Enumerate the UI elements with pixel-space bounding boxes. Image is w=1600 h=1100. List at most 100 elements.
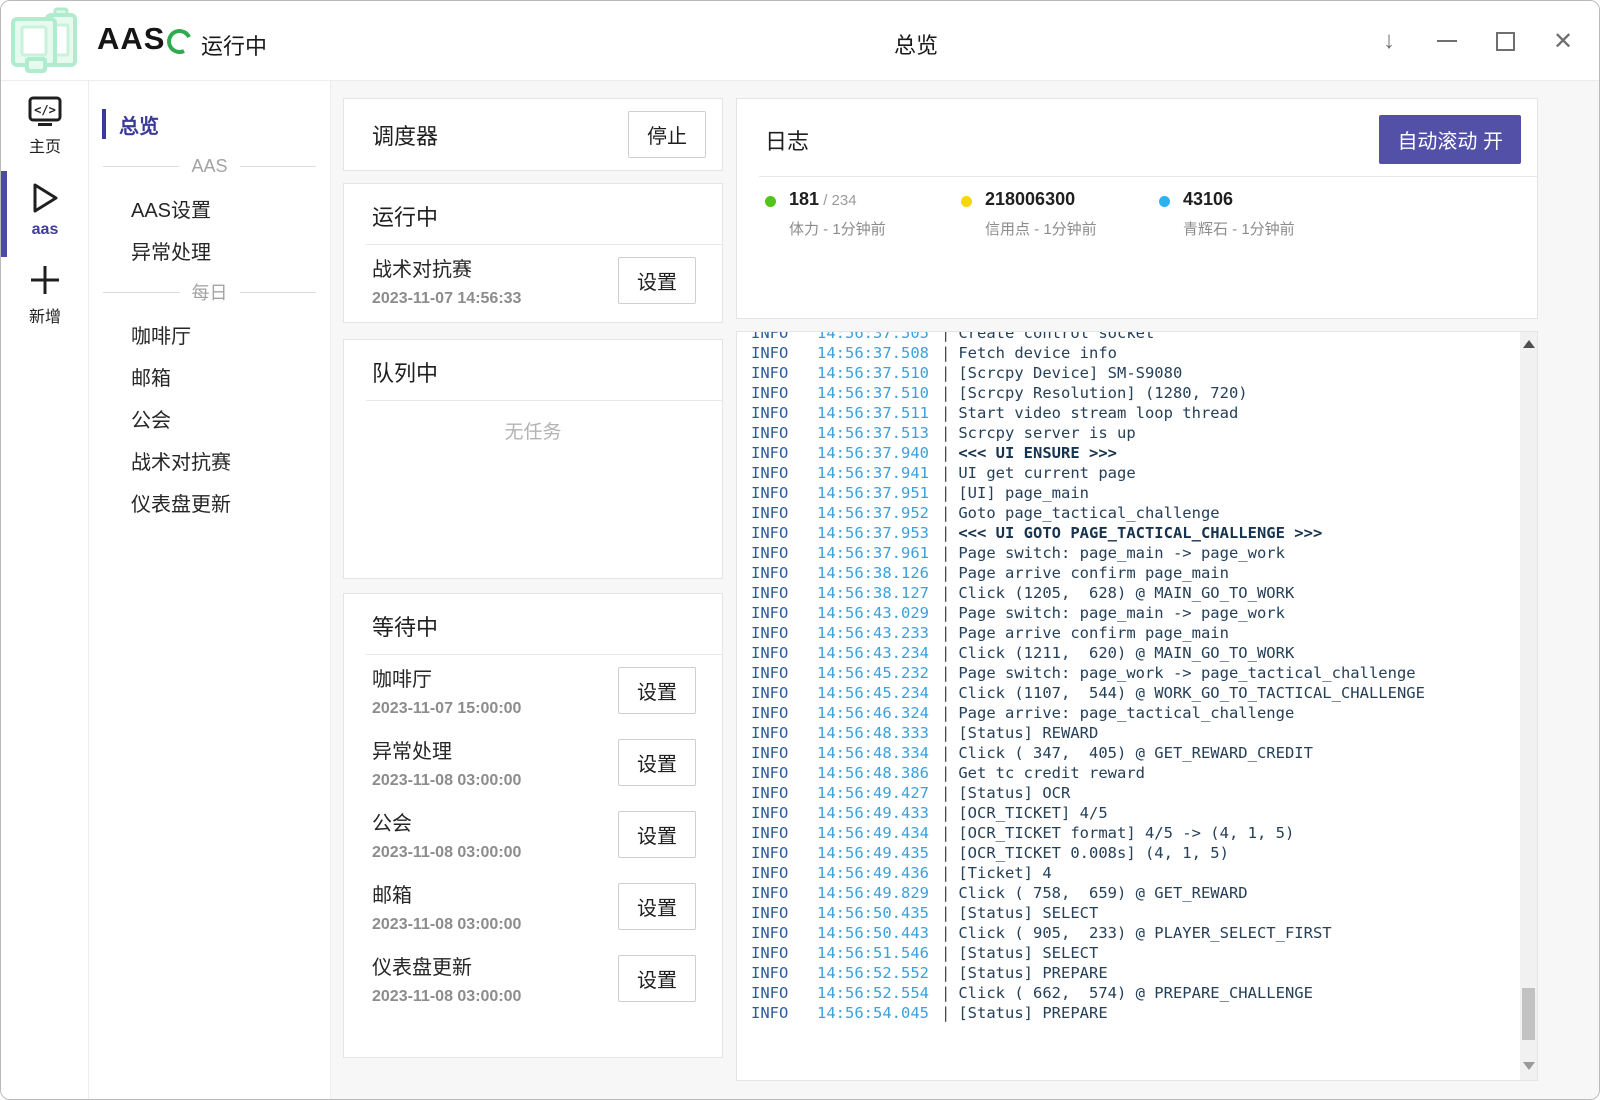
rail-item-new[interactable]: 新增 [1,249,89,337]
waiting-task-row: 邮箱 2023-11-08 03:00:00 设置 [344,871,722,943]
log-level: INFO [737,343,817,363]
log-timestamp: 14:56:52.554 [817,983,929,1003]
sidebar-menu-item[interactable]: 仪表盘更新 [89,481,330,523]
log-level: INFO [737,331,817,343]
waiting-task-time: 2023-11-08 03:00:00 [372,844,521,862]
log-message: [OCR_TICKET format] 4/5 -> (4, 1, 5) [958,823,1294,843]
running-task-row: 战术对抗赛 2023-11-07 14:56:33 设置 [344,245,722,317]
running-spinner-icon [163,25,195,57]
log-message: Page switch: page_main -> page_work [958,603,1285,623]
log-separator: | [941,331,950,343]
log-timestamp: 14:56:43.029 [817,603,929,623]
waiting-settings-button[interactable]: 设置 [618,811,696,858]
log-message: [Status] OCR [958,783,1070,803]
scroll-up-icon[interactable] [1523,340,1535,348]
log-title: 日志 [765,124,809,156]
log-level: INFO [737,843,817,863]
log-separator: | [941,883,950,903]
log-separator: | [941,603,950,623]
queue-empty-text: 无任务 [344,401,722,444]
waiting-settings-button[interactable]: 设置 [618,739,696,786]
log-timestamp: 14:56:37.505 [817,331,929,343]
log-line: INFO 14:56:37.511 | Start video stream l… [737,403,1520,423]
sidebar-menu-item[interactable]: 公会 [89,397,330,439]
page-title: 总览 [831,28,1001,60]
log-separator: | [941,983,950,1003]
rail-item-aas[interactable]: aas [1,167,89,249]
maximize-button[interactable] [1491,27,1519,55]
queue-card: 队列中 无任务 [343,339,723,579]
sidebar-menu-item-label: 总览 [119,110,159,139]
scroll-down-icon[interactable] [1523,1062,1535,1070]
log-level: INFO [737,423,817,443]
minimize-button[interactable] [1433,27,1461,55]
sidebar-menu-item-label: 邮箱 [131,362,171,391]
log-separator: | [941,503,950,523]
log-line: INFO 14:56:52.554 | Click ( 662, 574) @ … [737,983,1520,1003]
log-timestamp: 14:56:45.232 [817,663,929,683]
log-separator: | [941,683,950,703]
scrollbar-thumb[interactable] [1522,988,1535,1040]
sidebar-menu-item[interactable]: 战术对抗赛 [89,439,330,481]
stop-button[interactable]: 停止 [628,111,706,158]
waiting-settings-button[interactable]: 设置 [618,883,696,930]
log-level: INFO [737,763,817,783]
log-separator: | [941,923,950,943]
log-level: INFO [737,503,817,523]
log-timestamp: 14:56:54.045 [817,1003,929,1023]
log-line: INFO 14:56:43.233 | Page arrive confirm … [737,623,1520,643]
log-timestamp: 14:56:37.510 [817,383,929,403]
log-timestamp: 14:56:45.234 [817,683,929,703]
sidebar-menu-item[interactable]: 总览 [89,103,330,145]
rail-item-label: 主页 [29,133,61,157]
running-title: 运行中 [372,200,438,232]
log-timestamp: 14:56:37.508 [817,343,929,363]
log-line: INFO 14:56:37.508 | Fetch device info [737,343,1520,363]
waiting-settings-button[interactable]: 设置 [618,955,696,1002]
log-level: INFO [737,683,817,703]
log-level: INFO [737,1003,817,1023]
log-timestamp: 14:56:48.334 [817,743,929,763]
rail-item-home[interactable]: </> 主页 [1,81,89,167]
stat-dot-icon [765,196,776,207]
running-task-time: 2023-11-07 14:56:33 [372,290,521,308]
log-level: INFO [737,463,817,483]
running-card: 运行中 战术对抗赛 2023-11-07 14:56:33 设置 [343,183,723,323]
scheduler-card: 调度器 停止 [343,98,723,171]
log-scrollbar[interactable] [1520,332,1537,1080]
log-separator: | [941,723,950,743]
log-timestamp: 14:56:49.434 [817,823,929,843]
log-level: INFO [737,923,817,943]
running-settings-button[interactable]: 设置 [618,257,696,304]
autoscroll-toggle-button[interactable]: 自动滚动 开 [1379,115,1521,164]
log-level: INFO [737,983,817,1003]
log-separator: | [941,763,950,783]
stat-value: 43106 [1183,189,1233,209]
log-separator: | [941,383,950,403]
sidebar-menu-item[interactable]: 邮箱 [89,355,330,397]
sidebar-menu-item[interactable]: AAS设置 [89,187,330,229]
log-level: INFO [737,583,817,603]
sidebar-menu-item[interactable]: 咖啡厅 [89,313,330,355]
log-message: [OCR_TICKET] 4/5 [958,803,1107,823]
log-message: Page arrive confirm page_main [958,623,1229,643]
maximize-icon [1496,32,1515,51]
running-task-name: 战术对抗赛 [372,253,521,282]
log-message: [Ticket] 4 [958,863,1051,883]
log-timestamp: 14:56:51.546 [817,943,929,963]
stat-label: 信用点 - 1分钟前 [985,218,1097,239]
sidebar-menu-item[interactable]: 异常处理 [89,229,330,271]
log-separator: | [941,823,950,843]
log-timestamp: 14:56:37.952 [817,503,929,523]
log-line: INFO 14:56:37.961 | Page switch: page_ma… [737,543,1520,563]
log-card: 日志 自动滚动 开 181 / 234 体力 - 1分钟前 218006300 … [736,98,1538,319]
log-level: INFO [737,883,817,903]
log-separator: | [941,463,950,483]
minimize-to-tray-button[interactable]: ↓ [1375,27,1403,55]
waiting-settings-button[interactable]: 设置 [618,667,696,714]
log-line: INFO 14:56:37.940 | <<< UI ENSURE >>> [737,443,1520,463]
close-button[interactable]: ✕ [1549,27,1577,55]
log-timestamp: 14:56:49.435 [817,843,929,863]
log-message: [Status] PREPARE [958,963,1107,983]
log-message: Click (1211, 620) @ MAIN_GO_TO_WORK [958,643,1294,663]
